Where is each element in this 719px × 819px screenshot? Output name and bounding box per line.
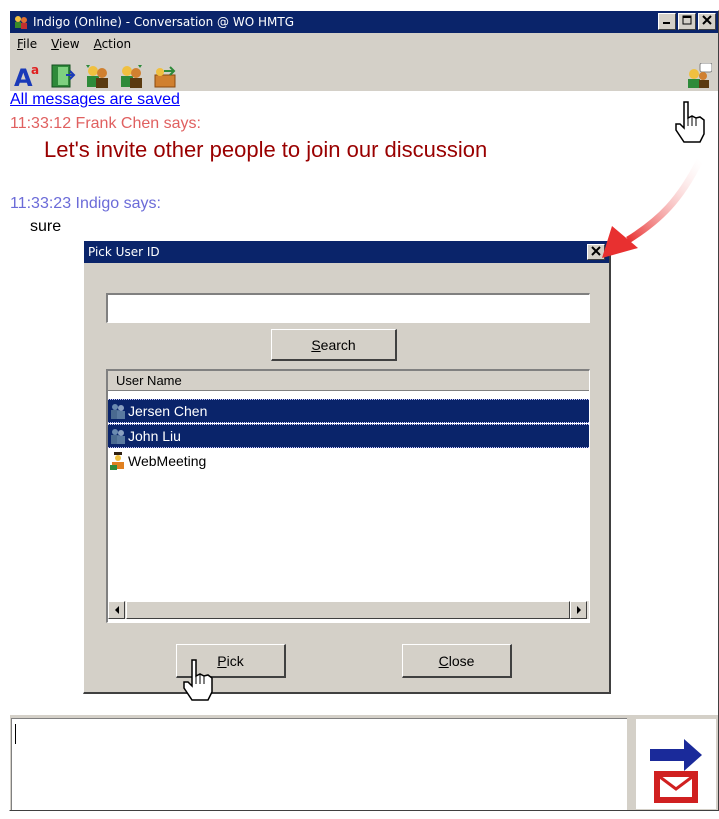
minimize-button[interactable] <box>658 13 676 30</box>
svg-text:a: a <box>31 63 39 77</box>
scroll-left-button[interactable] <box>108 601 125 619</box>
send-message-button[interactable] <box>636 719 716 809</box>
message-body: sure <box>30 218 62 235</box>
invite-user-button[interactable] <box>118 63 144 89</box>
pick-user-button[interactable] <box>686 62 713 89</box>
menu-file[interactable]: File <box>10 35 44 55</box>
list-column-header[interactable]: User Name <box>108 371 589 391</box>
close-icon <box>591 246 601 256</box>
user-name: John Liu <box>128 428 181 444</box>
pick-user-dialog: Pick User ID Search User Name Jersen Che… <box>83 240 611 694</box>
dialog-title-bar[interactable]: Pick User ID <box>84 241 609 263</box>
font-format-icon: A a <box>14 63 39 92</box>
menu-view[interactable]: View <box>44 35 86 55</box>
transfer-file-icon <box>154 66 176 88</box>
user-group-icon <box>110 402 126 420</box>
title-bar[interactable]: Indigo (Online) - Conversation @ WO HMTG <box>10 11 718 33</box>
close-icon <box>702 15 712 25</box>
window-title: Indigo (Online) - Conversation @ WO HMTG <box>33 15 294 29</box>
saved-messages-link[interactable]: All messages are saved <box>10 91 180 109</box>
user-row-webmeeting[interactable]: WebMeeting <box>108 449 589 473</box>
user-name: Jersen Chen <box>128 403 208 419</box>
send-file-button[interactable] <box>152 63 178 89</box>
add-user-button[interactable] <box>84 63 110 89</box>
close-button[interactable]: Close <box>402 644 512 678</box>
menu-bar: File View Action <box>10 35 138 55</box>
user-name: WebMeeting <box>128 453 207 469</box>
scrollbar-thumb[interactable] <box>126 601 570 619</box>
menu-action[interactable]: Action <box>87 35 139 55</box>
arrow-left-icon <box>114 606 119 614</box>
close-window-button[interactable] <box>698 13 716 30</box>
user-row-john-liu[interactable]: John Liu <box>108 424 589 448</box>
user-add-icon <box>86 65 108 88</box>
horizontal-scrollbar[interactable] <box>108 601 589 619</box>
user-chat-icon <box>688 62 713 88</box>
send-mail-icon <box>650 739 702 803</box>
maximize-button[interactable] <box>678 13 696 30</box>
minimize-icon <box>663 22 670 24</box>
maximize-icon <box>682 15 692 25</box>
message-input[interactable] <box>11 718 627 810</box>
message-body: Let's invite other people to join our di… <box>44 137 488 162</box>
user-list[interactable]: User Name Jersen Chen John Liu WebMeetin… <box>106 369 590 623</box>
app-icon <box>13 14 29 30</box>
text-caret <box>15 724 16 744</box>
exit-door-button[interactable] <box>50 63 76 89</box>
arrow-right-icon <box>576 606 581 614</box>
toolbar: A a <box>10 57 718 92</box>
dialog-title: Pick User ID <box>88 245 160 259</box>
scroll-right-button[interactable] <box>570 601 587 619</box>
user-row-jersen-chen[interactable]: Jersen Chen <box>108 399 589 423</box>
message-header: 11:33:12 Frank Chen says: <box>10 115 201 132</box>
pick-button[interactable]: Pick <box>176 644 286 678</box>
meeting-user-icon <box>110 452 126 470</box>
message-header: 11:33:23 Indigo says: <box>10 195 161 212</box>
user-group-icon <box>110 427 126 445</box>
door-exit-icon <box>51 64 76 88</box>
font-format-button[interactable]: A a <box>14 63 40 92</box>
search-button[interactable]: Search <box>271 329 397 361</box>
user-search-input[interactable] <box>106 293 590 323</box>
dialog-close-button[interactable] <box>587 244 605 260</box>
column-user-name[interactable]: User Name <box>116 373 182 388</box>
user-invite-icon <box>121 65 142 88</box>
